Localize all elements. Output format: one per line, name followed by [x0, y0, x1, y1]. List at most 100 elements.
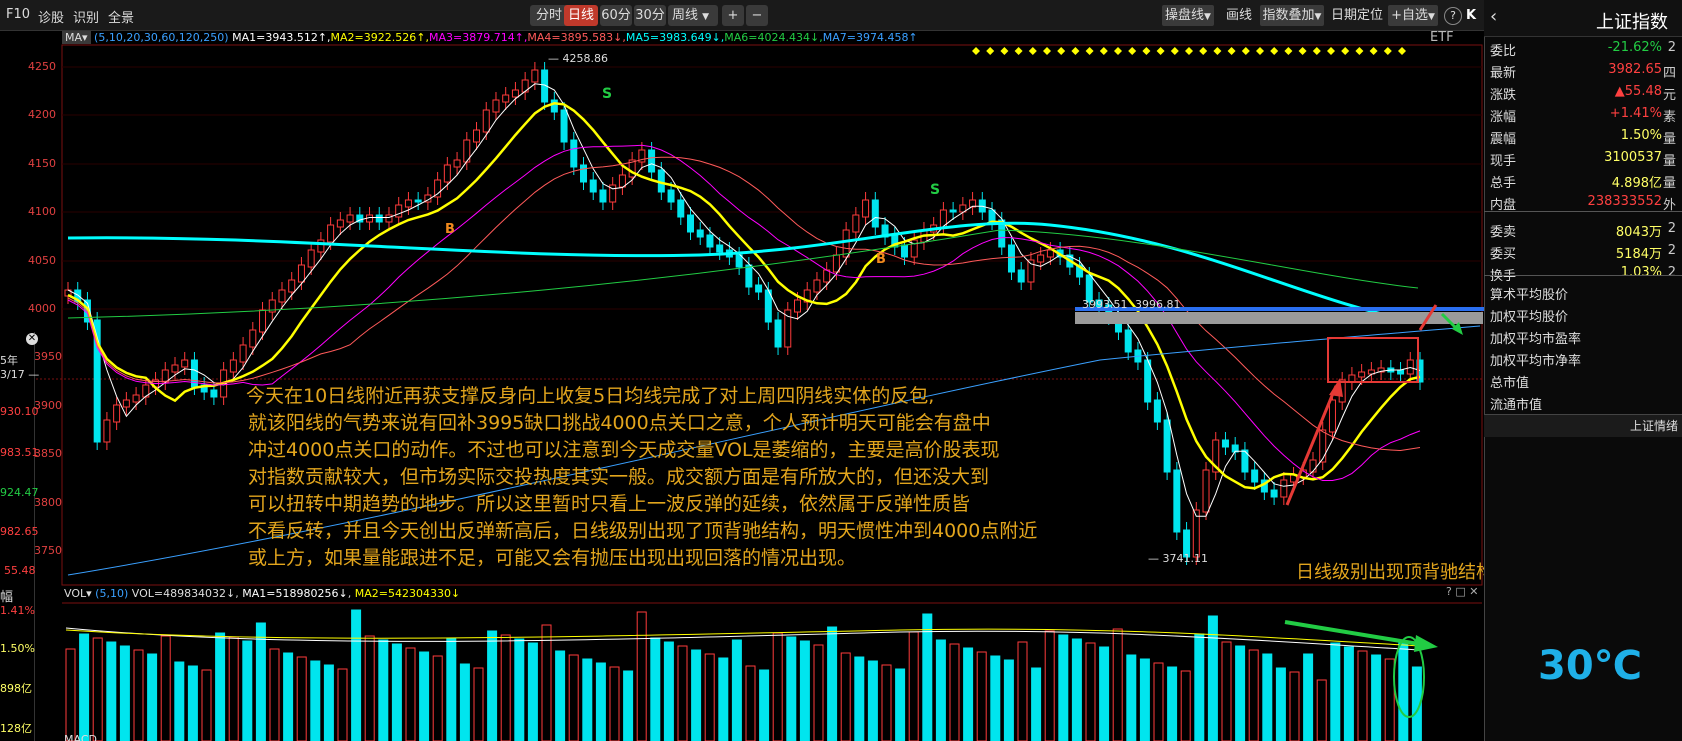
quote-cut-label: 量	[1662, 132, 1676, 147]
candle-body	[502, 94, 510, 103]
signal-diamond	[1241, 47, 1250, 55]
gap-band	[1075, 312, 1483, 324]
back-arrow-icon[interactable]: ‹	[1490, 6, 1497, 27]
quote-value: 1.03%	[1620, 265, 1662, 280]
candle-body	[122, 399, 130, 408]
low-price-label: — 3741.11	[1148, 552, 1208, 565]
sentiment-title[interactable]: 上证情绪	[1630, 417, 1678, 434]
volume-bar	[772, 632, 783, 741]
signal-diamond	[1099, 47, 1108, 55]
quote-link[interactable]: 加权平均市净率	[1490, 350, 1581, 369]
volume-bar	[1275, 667, 1286, 741]
candle-body	[492, 99, 500, 113]
quote-cut-label: 量	[1662, 154, 1676, 169]
candle-body	[755, 284, 763, 293]
volume-bar	[283, 652, 294, 741]
candle-body	[375, 214, 383, 223]
candle-body	[580, 164, 588, 183]
candle-body	[793, 299, 801, 313]
volume-bar	[840, 652, 851, 741]
volume-bar	[296, 656, 307, 741]
volume-bar	[187, 665, 198, 741]
quote-row: 委比 -21.62% 2	[1490, 38, 1676, 59]
quote-link[interactable]: 加权平均市盈率	[1490, 328, 1581, 347]
candle-body	[716, 244, 724, 253]
candle-body	[550, 99, 558, 113]
quote-row: 震幅 1.50% 量	[1490, 126, 1676, 147]
buy-signal: B	[876, 252, 886, 267]
signal-diamond	[1270, 47, 1279, 55]
volume-bar	[215, 632, 226, 741]
volume-bar	[1180, 670, 1191, 741]
quote-link[interactable]: 总市值	[1490, 372, 1529, 391]
candle-body	[1358, 371, 1366, 378]
volume-bar	[949, 643, 960, 741]
kline-chart[interactable]	[0, 0, 1484, 741]
signal-diamond	[1383, 47, 1392, 55]
volume-bar	[405, 647, 416, 741]
volume-bar	[160, 635, 171, 741]
volume-bar	[691, 649, 702, 741]
candle-body	[1328, 399, 1336, 433]
highlight-box	[1327, 337, 1419, 383]
quote-value: 3100537	[1604, 150, 1662, 165]
left-cut-text: 幅	[0, 590, 14, 605]
price-tick: 4150	[28, 157, 56, 170]
candle-body	[862, 199, 870, 218]
signal-diamond	[1156, 47, 1165, 55]
candle-body	[1144, 359, 1152, 403]
candle-body	[813, 279, 821, 293]
vol-params: (5,10)	[95, 587, 129, 600]
candle-body	[453, 159, 461, 168]
quote-label: 最新	[1490, 66, 1517, 81]
left-cut-text: 982.65	[0, 525, 39, 538]
signal-diamonds	[972, 47, 1406, 55]
candle-body	[871, 199, 879, 228]
volume-bar	[623, 670, 634, 741]
signal-diamond	[1014, 47, 1023, 55]
candle-body	[1153, 399, 1161, 423]
signal-diamond	[1355, 47, 1364, 55]
divergence-annotation: 日线级别出现顶背驰结构	[1296, 562, 1494, 583]
vol-ma2: MA2=542304330↓	[354, 587, 461, 600]
quote-label: 震幅	[1490, 132, 1517, 147]
sell-signal: S	[930, 182, 941, 198]
quote-cut-label: 素	[1662, 110, 1676, 125]
panel-controls-icon[interactable]: ? □ ✕	[1446, 585, 1478, 598]
candle-body	[171, 364, 179, 373]
volume-bar	[867, 660, 878, 741]
buy-signal: B	[445, 222, 455, 237]
volume-bar	[269, 648, 280, 741]
candle-body	[239, 344, 247, 363]
volume-bar	[310, 660, 321, 741]
left-cut-text: 1.41%	[0, 604, 35, 617]
quote-link[interactable]: 流通市值	[1490, 394, 1542, 413]
volume-bar	[500, 634, 511, 741]
volume-bar	[527, 642, 538, 741]
quote-link[interactable]: 加权平均股价	[1490, 306, 1568, 325]
gap-right-label: 3996.81	[1135, 298, 1181, 311]
candle-body	[317, 239, 325, 253]
candle-body	[327, 224, 335, 243]
candle-body	[842, 229, 850, 258]
volume-bar	[351, 609, 362, 741]
annotation-line: 冲过4000点关口的动作。不过也可以注意到今天成交量VOL是萎缩的，主要是高价股…	[248, 439, 1000, 461]
quote-value: ▲55.48	[1614, 84, 1662, 99]
quote-cut-label: 2	[1667, 40, 1676, 55]
close-icon[interactable]: ✕	[26, 333, 38, 345]
quote-row: 涨跌 ▲55.48 元	[1490, 82, 1676, 103]
quote-link[interactable]: 算术平均股价	[1490, 284, 1568, 303]
quote-cut-label: 量	[1662, 176, 1676, 191]
signal-diamond	[1327, 47, 1335, 55]
quote-label: 现手	[1490, 154, 1517, 169]
volume-bar	[255, 622, 266, 741]
candle-body	[434, 179, 442, 198]
candle-body	[132, 394, 140, 403]
candle-body	[1163, 419, 1171, 473]
vol-selector[interactable]: VOL▾	[64, 587, 92, 600]
up-arrow	[1285, 385, 1338, 506]
candle-body	[696, 229, 704, 238]
price-tick: 4100	[28, 205, 56, 218]
candle-body	[443, 164, 451, 183]
left-cut-text: 983.51	[0, 446, 39, 459]
